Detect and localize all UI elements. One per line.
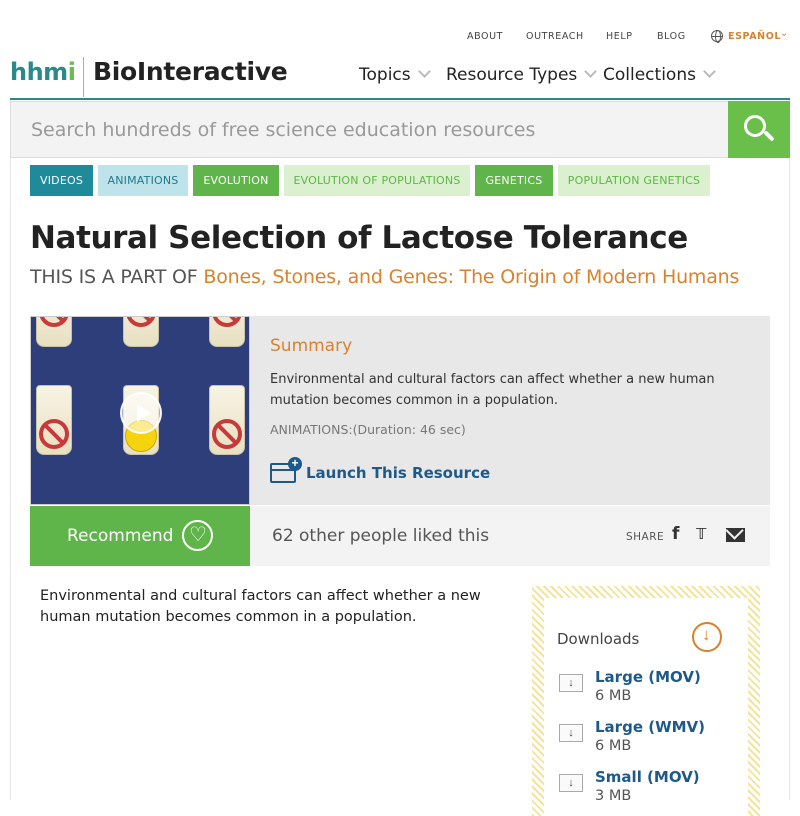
part-of-line: THIS IS A PART OF Bones, Stones, and Gen… xyxy=(30,266,739,288)
launch-window-icon: + xyxy=(270,457,302,483)
downloads-title: Downloads xyxy=(557,630,640,648)
nav-topics-label: Topics xyxy=(359,65,411,85)
search-button[interactable] xyxy=(728,101,790,158)
page-title: Natural Selection of Lactose Tolerance xyxy=(30,220,688,256)
search-icon xyxy=(744,115,766,137)
about-link[interactable]: ABOUT xyxy=(467,31,503,42)
part-of-prefix: THIS IS A PART OF xyxy=(30,266,198,288)
utility-nav: ABOUT OUTREACH HELP BLOG ESPAÑOL ⌄ xyxy=(0,0,800,55)
launch-label: Launch This Resource xyxy=(306,464,491,482)
main-header: hhmi BioInteractive Topics Resource Type… xyxy=(0,55,800,100)
summary-title: Summary xyxy=(270,336,353,356)
help-link[interactable]: HELP xyxy=(606,31,633,42)
download-size: 6 MB xyxy=(595,738,632,754)
chevron-down-icon xyxy=(417,65,431,78)
download-size: 3 MB xyxy=(595,788,632,804)
prohibited-icon xyxy=(212,419,242,449)
hhmi-logo[interactable]: hhmi xyxy=(10,58,76,86)
biointeractive-logo[interactable]: BioInteractive xyxy=(93,57,288,86)
blog-link[interactable]: BLOG xyxy=(657,31,686,42)
downloads-inner: Downloads ↓ Large (MOV) 6 MB ↓ Large (WM… xyxy=(544,598,748,816)
video-thumbnail[interactable] xyxy=(30,316,250,505)
logo-hhmi-text: hhm xyxy=(10,58,68,86)
prohibited-icon xyxy=(39,419,69,449)
chevron-down-icon: ⌄ xyxy=(780,28,789,39)
recommend-button[interactable]: Recommend xyxy=(30,506,250,566)
download-name[interactable]: Large (WMV) xyxy=(595,718,705,736)
resource-card: Summary Environmental and cultural facto… xyxy=(30,316,770,566)
download-size: 6 MB xyxy=(595,688,632,704)
summary-text: Environmental and cultural factors can a… xyxy=(270,372,715,408)
resource-description: Environmental and cultural factors can a… xyxy=(40,588,481,625)
search-bar: Search hundreds of free science educatio… xyxy=(10,101,790,158)
nav-collections-label: Collections xyxy=(603,65,696,85)
facebook-icon[interactable]: f xyxy=(672,524,679,544)
chevron-down-icon xyxy=(584,65,598,78)
download-arrow-icon: ↓ xyxy=(559,724,583,742)
tag-population-genetics[interactable]: POPULATION GENETICS xyxy=(558,165,710,196)
tag-genetics[interactable]: GENETICS xyxy=(475,165,553,196)
share-label: SHARE xyxy=(626,531,665,543)
download-arrow-icon: ↓ xyxy=(559,774,583,792)
launch-resource-link[interactable]: + Launch This Resource xyxy=(270,457,491,486)
likes-count: 62 other people liked this xyxy=(272,526,490,546)
email-icon[interactable] xyxy=(726,528,745,542)
tag-animations[interactable]: ANIMATIONS xyxy=(98,165,188,196)
nav-resource-types[interactable]: Resource Types xyxy=(446,65,598,85)
download-name[interactable]: Small (MOV) xyxy=(595,768,700,786)
chevron-down-icon xyxy=(703,65,716,78)
outreach-link[interactable]: OUTREACH xyxy=(526,31,584,42)
logo-hhmi-i: i xyxy=(67,58,76,86)
search-icon-handle xyxy=(763,130,775,142)
heart-plus-icon xyxy=(182,520,213,551)
social-bar: 62 other people liked this SHARE f 𝕋 xyxy=(250,506,770,566)
play-icon[interactable] xyxy=(120,392,162,434)
nav-collections[interactable]: Collections xyxy=(603,65,716,85)
summary-panel: Summary Environmental and cultural facto… xyxy=(250,316,770,505)
nav-topics[interactable]: Topics xyxy=(359,65,431,85)
language-link[interactable]: ESPAÑOL xyxy=(728,31,781,42)
download-arrow-icon: ↓ xyxy=(559,674,583,692)
collection-link[interactable]: Bones, Stones, and Genes: The Origin of … xyxy=(203,266,739,288)
search-input[interactable]: Search hundreds of free science educatio… xyxy=(10,101,728,158)
plus-icon: + xyxy=(288,457,302,471)
cloud-download-icon xyxy=(692,622,722,652)
resource-meta: ANIMATIONS:(Duration: 46 sec) xyxy=(270,422,466,437)
nav-resource-types-label: Resource Types xyxy=(446,65,578,85)
download-name[interactable]: Large (MOV) xyxy=(595,668,701,686)
tag-evolution-of-populations[interactable]: EVOLUTION OF POPULATIONS xyxy=(284,165,470,196)
globe-icon xyxy=(711,30,723,43)
tag-videos[interactable]: VIDEOS xyxy=(30,165,93,196)
tag-evolution[interactable]: EVOLUTION xyxy=(193,165,279,196)
twitter-icon[interactable]: 𝕋 xyxy=(696,525,706,543)
logo-divider xyxy=(83,57,84,97)
downloads-panel: Downloads ↓ Large (MOV) 6 MB ↓ Large (WM… xyxy=(532,586,760,816)
recommend-label: Recommend xyxy=(67,526,174,546)
